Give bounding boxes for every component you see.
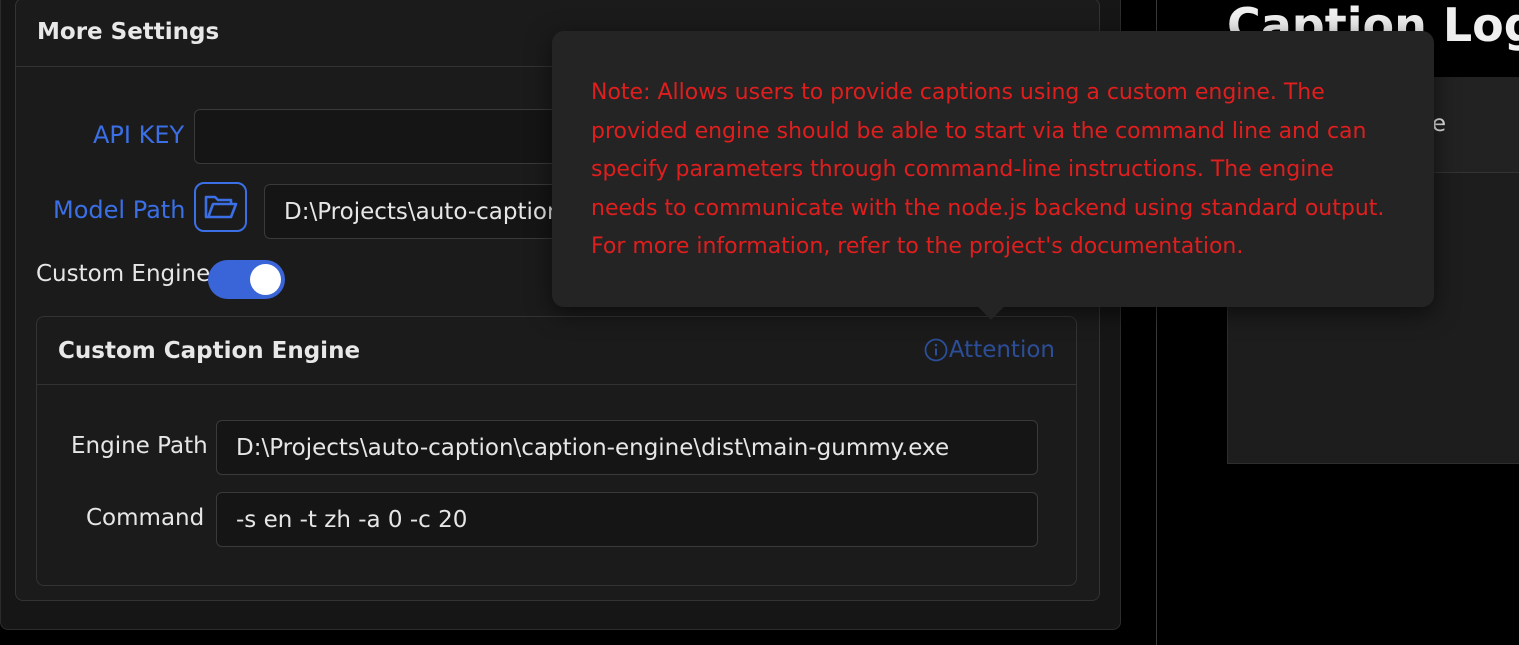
attention-tooltip: Note: Allows users to provide captions u… (552, 31, 1434, 320)
more-settings-title: More Settings (37, 19, 220, 45)
info-circle-icon (924, 338, 948, 362)
model-path-input[interactable]: D:\Projects\auto-caption\ (264, 184, 594, 239)
command-label: Command (86, 505, 205, 531)
folder-open-icon (204, 195, 237, 219)
api-key-input[interactable] (194, 109, 594, 164)
attention-label: Attention (948, 337, 1055, 363)
model-path-label: Model Path (53, 196, 186, 224)
command-input[interactable]: -s en -t zh -a 0 -c 20 (216, 492, 1038, 547)
tooltip-text: Note: Allows users to provide captions u… (591, 80, 1385, 259)
engine-card-title: Custom Caption Engine (58, 338, 361, 364)
attention-link[interactable]: Attention (924, 337, 1055, 363)
browse-folder-button[interactable] (194, 182, 247, 232)
api-key-label: API KEY (93, 121, 185, 149)
engine-card-header: Custom Caption Engine Attention (37, 317, 1076, 385)
engine-path-label: Engine Path (71, 433, 208, 459)
engine-path-input[interactable]: D:\Projects\auto-caption\caption-engine\… (216, 420, 1038, 475)
custom-engine-label: Custom Engine (36, 261, 211, 287)
custom-engine-toggle[interactable] (208, 260, 285, 299)
toggle-knob (250, 264, 281, 295)
